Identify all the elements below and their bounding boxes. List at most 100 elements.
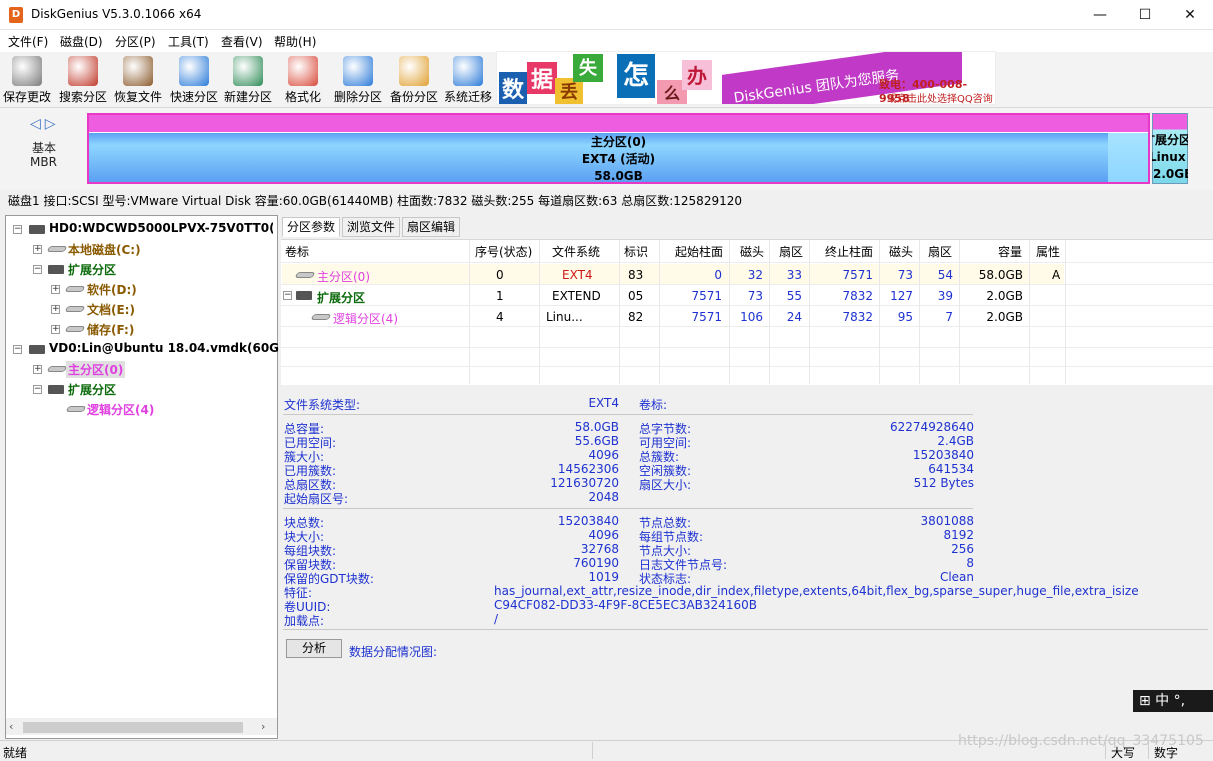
- toolbar-button[interactable]: 备份分区: [387, 54, 441, 104]
- main-partition-label: 主分区(0) EXT4 (活动) 58.0GB: [581, 135, 656, 183]
- tab-sector-edit[interactable]: 扇区编辑: [402, 217, 461, 237]
- banner-tile: 数: [499, 72, 527, 104]
- detail-label: 扇区大小:: [639, 478, 692, 492]
- toolbar-button[interactable]: 搜索分区: [56, 54, 110, 104]
- table-cell: Linu...: [546, 310, 583, 324]
- col-header-start-sector[interactable]: 扇区: [779, 243, 803, 260]
- status-divider: [592, 742, 593, 759]
- col-header-id[interactable]: 标识: [624, 243, 648, 260]
- ime-indicator[interactable]: ⊞ 中 °,: [1133, 690, 1213, 712]
- uuid-value: C94CF082-DD33-4F9F-8CE5EC3AB324160B: [494, 598, 757, 612]
- tree-docs-e[interactable]: 文档(E:): [87, 301, 135, 318]
- tree-hd0[interactable]: HD0:WDCWD5000LPVX-75V0TT0(465: [49, 221, 273, 235]
- scroll-right-icon[interactable]: ›: [261, 720, 265, 733]
- menu-help[interactable]: 帮助(H): [274, 33, 316, 50]
- collapse-toggle[interactable]: −: [33, 265, 42, 274]
- tree-extended-partition[interactable]: 扩展分区: [68, 261, 116, 278]
- col-header-index[interactable]: 序号(状态): [475, 243, 532, 260]
- tree-logical-partition[interactable]: 逻辑分区(4): [87, 401, 154, 418]
- disk-nav-arrows-icon[interactable]: ◁▷: [30, 116, 60, 132]
- tree-vd0[interactable]: VD0:Lin@Ubuntu 18.04.vmdk(60GB): [49, 341, 294, 355]
- detail-value: 8192: [943, 528, 974, 542]
- tree-storage-f[interactable]: 储存(F:): [87, 321, 134, 338]
- toolbar-button[interactable]: 格式化: [276, 54, 330, 104]
- collapse-toggle[interactable]: −: [33, 385, 42, 394]
- separator: [283, 629, 1208, 630]
- expand-toggle[interactable]: +: [51, 285, 60, 294]
- toolbar-button[interactable]: 保存更改: [0, 54, 54, 104]
- menu-view[interactable]: 查看(V): [221, 33, 263, 50]
- toolbar-button[interactable]: 快速分区: [167, 54, 221, 104]
- toolbar-button[interactable]: 恢复文件: [111, 54, 165, 104]
- close-button[interactable]: ✕: [1167, 0, 1213, 30]
- analyze-button[interactable]: 分析: [286, 639, 342, 658]
- detail-value: 1019: [588, 570, 619, 584]
- menu-tools[interactable]: 工具(T): [168, 33, 209, 50]
- detail-value: 641534: [928, 462, 974, 476]
- col-header-end-cyl[interactable]: 终止柱面: [825, 243, 873, 260]
- table-cell: EXTEND: [552, 289, 601, 303]
- table-cell: 32: [747, 268, 763, 282]
- toolbar-button[interactable]: 新建分区: [221, 54, 275, 104]
- collapse-toggle[interactable]: −: [283, 291, 292, 300]
- windows-migrate-icon: [453, 56, 483, 86]
- toolbar-button[interactable]: 删除分区: [331, 54, 385, 104]
- toolbar-button[interactable]: 系统迁移: [441, 54, 495, 104]
- table-cell[interactable]: 扩展分区: [317, 289, 365, 306]
- tree-main-partition-selected[interactable]: 主分区(0): [66, 361, 126, 378]
- extended-partition-icon: [296, 291, 312, 300]
- tab-partition-params[interactable]: 分区参数: [282, 217, 341, 237]
- detail-value: 3801088: [920, 514, 974, 528]
- expand-toggle[interactable]: +: [33, 245, 42, 254]
- detail-value: Clean: [939, 570, 974, 584]
- tree-vd-extended-partition[interactable]: 扩展分区: [68, 381, 116, 398]
- table-cell[interactable]: 逻辑分区(4): [333, 310, 398, 327]
- toolbar-button-label: 快速分区: [169, 90, 218, 104]
- col-header-start-head[interactable]: 磁头: [740, 243, 764, 260]
- hard-disk-icon: [29, 225, 45, 234]
- table-cell: 58.0GB: [978, 268, 1023, 282]
- menu-disk[interactable]: 磁盘(D): [60, 33, 103, 50]
- expand-toggle[interactable]: +: [51, 325, 60, 334]
- table-cell: 127: [890, 289, 913, 303]
- tree-scroll-thumb[interactable]: [23, 722, 243, 733]
- col-header-end-sector[interactable]: 扇区: [928, 243, 952, 260]
- menu-partition[interactable]: 分区(P): [115, 33, 156, 50]
- table-cell: 55: [786, 289, 802, 303]
- banner-qq-link[interactable]: 或点击此处选择QQ咨询: [887, 90, 993, 104]
- ad-banner[interactable]: 数 据 丢 失 怎 么 办 DiskGenius 团队为您服务 致电：400-0…: [496, 51, 996, 105]
- save-disk-icon: [12, 56, 42, 86]
- disk-type: 基本: [32, 141, 57, 155]
- disk-tree[interactable]: [5, 215, 278, 739]
- features-value: has_journal,ext_attr,resize_inode,dir_in…: [494, 584, 1139, 598]
- detail-value: 8: [966, 556, 974, 570]
- tree-software-d[interactable]: 软件(D:): [87, 281, 137, 298]
- detail-value: 2048: [588, 490, 619, 504]
- banner-tile: 据: [527, 62, 557, 94]
- scroll-left-icon[interactable]: ‹: [9, 720, 13, 733]
- tree-local-disk-c[interactable]: 本地磁盘(C:): [68, 241, 141, 258]
- minimize-button[interactable]: —: [1077, 0, 1123, 30]
- col-header-label[interactable]: 卷标: [285, 243, 309, 260]
- detail-value: 32768: [580, 542, 619, 556]
- col-header-start-cyl[interactable]: 起始柱面: [675, 243, 723, 260]
- maximize-button[interactable]: ☐: [1122, 0, 1168, 30]
- collapse-toggle[interactable]: −: [13, 345, 22, 354]
- tab-browse-files[interactable]: 浏览文件: [342, 217, 401, 237]
- menu-file[interactable]: 文件(F): [8, 33, 48, 50]
- table-cell: 7571: [842, 268, 873, 282]
- banner-tile: 失: [573, 54, 603, 82]
- expand-toggle[interactable]: +: [51, 305, 60, 314]
- detail-value: 256: [951, 542, 974, 556]
- collapse-toggle[interactable]: −: [13, 225, 22, 234]
- col-header-capacity[interactable]: 容量: [998, 243, 1022, 260]
- separator: [283, 508, 973, 509]
- col-header-fs[interactable]: 文件系统: [552, 243, 600, 260]
- detail-value: 62274928640: [890, 420, 974, 434]
- expand-toggle[interactable]: +: [33, 365, 42, 374]
- table-cell[interactable]: 主分区(0): [317, 268, 370, 285]
- extended-partition-label: 扩展分区 Linux Sw 2.0GB: [1152, 133, 1188, 181]
- col-header-end-head[interactable]: 磁头: [889, 243, 913, 260]
- virtual-disk-icon: [29, 345, 45, 354]
- col-header-attr[interactable]: 属性: [1036, 243, 1060, 260]
